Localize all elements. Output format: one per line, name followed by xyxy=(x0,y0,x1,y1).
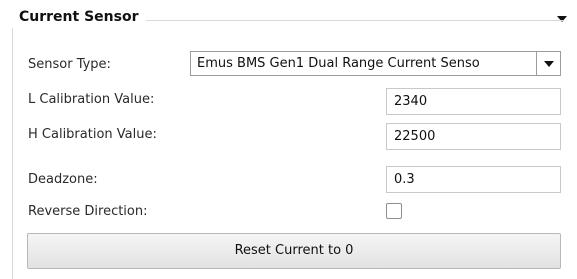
l-calibration-input[interactable]: 2340 xyxy=(386,88,561,115)
l-calibration-label: L Calibration Value: xyxy=(28,92,155,107)
reset-current-button[interactable]: Reset Current to 0 xyxy=(27,233,561,269)
sensor-type-label: Sensor Type: xyxy=(28,57,111,72)
collapse-arrow-icon[interactable] xyxy=(557,16,567,22)
reverse-direction-checkbox[interactable] xyxy=(386,203,402,219)
group-border xyxy=(12,28,13,279)
h-calibration-input[interactable]: 22500 xyxy=(386,123,561,150)
sensor-type-dropdown[interactable]: Emus BMS Gen1 Dual Range Current Senso xyxy=(190,51,561,76)
deadzone-label: Deadzone: xyxy=(28,172,98,187)
l-calibration-value: 2340 xyxy=(394,94,428,109)
group-title: Current Sensor xyxy=(19,9,147,25)
chevron-down-icon xyxy=(544,61,554,67)
deadzone-input[interactable]: 0.3 xyxy=(386,166,561,193)
sensor-type-value: Emus BMS Gen1 Dual Range Current Senso xyxy=(197,56,480,71)
deadzone-value: 0.3 xyxy=(394,172,415,187)
h-calibration-label: H Calibration Value: xyxy=(28,127,157,142)
h-calibration-value: 22500 xyxy=(394,129,436,144)
reverse-direction-label: Reverse Direction: xyxy=(28,204,148,219)
dropdown-button[interactable] xyxy=(536,52,560,75)
